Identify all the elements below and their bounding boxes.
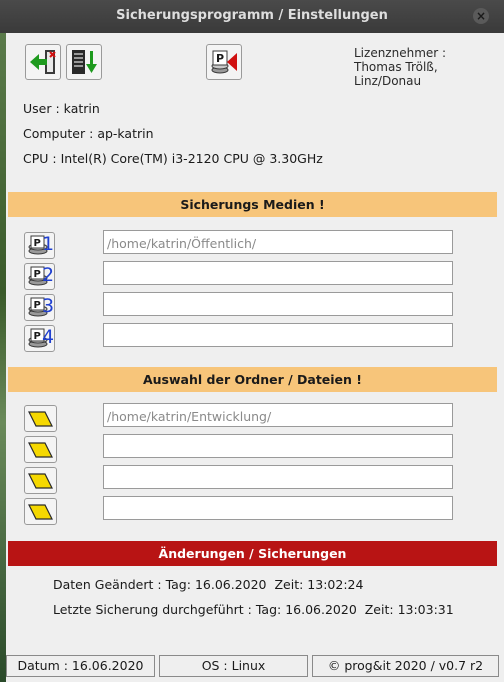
media-path-3[interactable] xyxy=(103,292,453,316)
computer-info: Computer : ap-katrin xyxy=(23,126,154,141)
folder-path-2[interactable] xyxy=(103,434,453,458)
status-os: OS : Linux xyxy=(159,655,308,677)
cpu-info: CPU : Intel(R) Core(TM) i3-2120 CPU @ 3.… xyxy=(23,151,323,166)
last-backup-time-label: Zeit: xyxy=(364,602,394,617)
folder-button-3[interactable] xyxy=(24,467,57,494)
backup-run-icon: P xyxy=(211,50,237,74)
folder-button-1[interactable] xyxy=(24,405,57,432)
svg-text:P: P xyxy=(34,300,41,311)
last-backup-date: 16.06.2020 xyxy=(285,602,357,617)
status-copyright: © prog&it 2020 / v0.7 r2 xyxy=(312,655,499,677)
computer-value: ap-katrin xyxy=(97,126,154,141)
settings-window: Sicherungsprogramm / Einstellungen × P L… xyxy=(0,0,504,682)
folder-icon xyxy=(28,473,53,489)
svg-text:P: P xyxy=(216,52,224,65)
save-settings-button[interactable] xyxy=(66,44,102,80)
user-info: User : katrin xyxy=(23,101,100,116)
media-number-4: 4 xyxy=(42,326,55,348)
media-number-1: 1 xyxy=(42,233,55,255)
data-changed-line: Daten Geändert : Tag: 16.06.2020 Zeit: 1… xyxy=(53,577,363,592)
svg-text:P: P xyxy=(34,331,41,342)
data-changed-time-label: Zeit: xyxy=(274,577,304,592)
last-backup-line: Letzte Sicherung durchgeführt : Tag: 16.… xyxy=(53,602,454,617)
folder-icon xyxy=(28,442,53,458)
folder-icon xyxy=(28,504,53,520)
media-section-heading: Sicherungs Medien ! xyxy=(8,192,497,217)
data-changed-time: 13:02:24 xyxy=(307,577,364,592)
data-changed-date-label: Tag: xyxy=(165,577,191,592)
licence-label: Lizenznehmer : xyxy=(354,46,447,60)
close-button[interactable]: × xyxy=(473,8,489,24)
last-backup-date-label: Tag: xyxy=(255,602,282,617)
computer-label: Computer : xyxy=(23,126,94,141)
window-title: Sicherungsprogramm / Einstellungen xyxy=(116,8,388,23)
changes-section-heading: Änderungen / Sicherungen xyxy=(8,541,497,566)
licence-holder: Thomas Trölß, Linz/Donau xyxy=(354,60,438,88)
folder-button-2[interactable] xyxy=(24,436,57,463)
title-bar[interactable]: Sicherungsprogramm / Einstellungen × xyxy=(0,0,504,33)
save-list-icon xyxy=(72,50,97,74)
exit-arrow-icon xyxy=(30,50,56,74)
media-path-2[interactable] xyxy=(103,261,453,285)
media-path-4[interactable] xyxy=(103,323,453,347)
cpu-value: Intel(R) Core(TM) i3-2120 CPU @ 3.30GHz xyxy=(60,151,323,166)
licence-info: Lizenznehmer : Thomas Trölß, Linz/Donau xyxy=(354,46,504,88)
folder-path-4[interactable] xyxy=(103,496,453,520)
folder-path-3[interactable] xyxy=(103,465,453,489)
user-value: katrin xyxy=(63,101,100,116)
media-number-2: 2 xyxy=(42,264,55,286)
data-changed-label: Daten Geändert : xyxy=(53,577,162,592)
folders-section-heading: Auswahl der Ordner / Dateien ! xyxy=(8,367,497,392)
folder-button-4[interactable] xyxy=(24,498,57,525)
start-backup-button[interactable]: P xyxy=(206,44,242,80)
last-backup-label: Letzte Sicherung durchgeführt : xyxy=(53,602,252,617)
media-number-3: 3 xyxy=(42,295,55,317)
folder-path-1[interactable] xyxy=(103,403,453,427)
status-date: Datum : 16.06.2020 xyxy=(6,655,155,677)
svg-text:P: P xyxy=(34,238,41,249)
folder-icon xyxy=(28,411,53,427)
data-changed-date: 16.06.2020 xyxy=(194,577,267,592)
media-path-1[interactable] xyxy=(103,230,453,254)
background-strip xyxy=(0,33,6,682)
cpu-label: CPU : xyxy=(23,151,57,166)
exit-button[interactable] xyxy=(25,44,61,80)
svg-text:P: P xyxy=(34,269,41,280)
user-label: User : xyxy=(23,101,60,116)
last-backup-time: 13:03:31 xyxy=(397,602,454,617)
